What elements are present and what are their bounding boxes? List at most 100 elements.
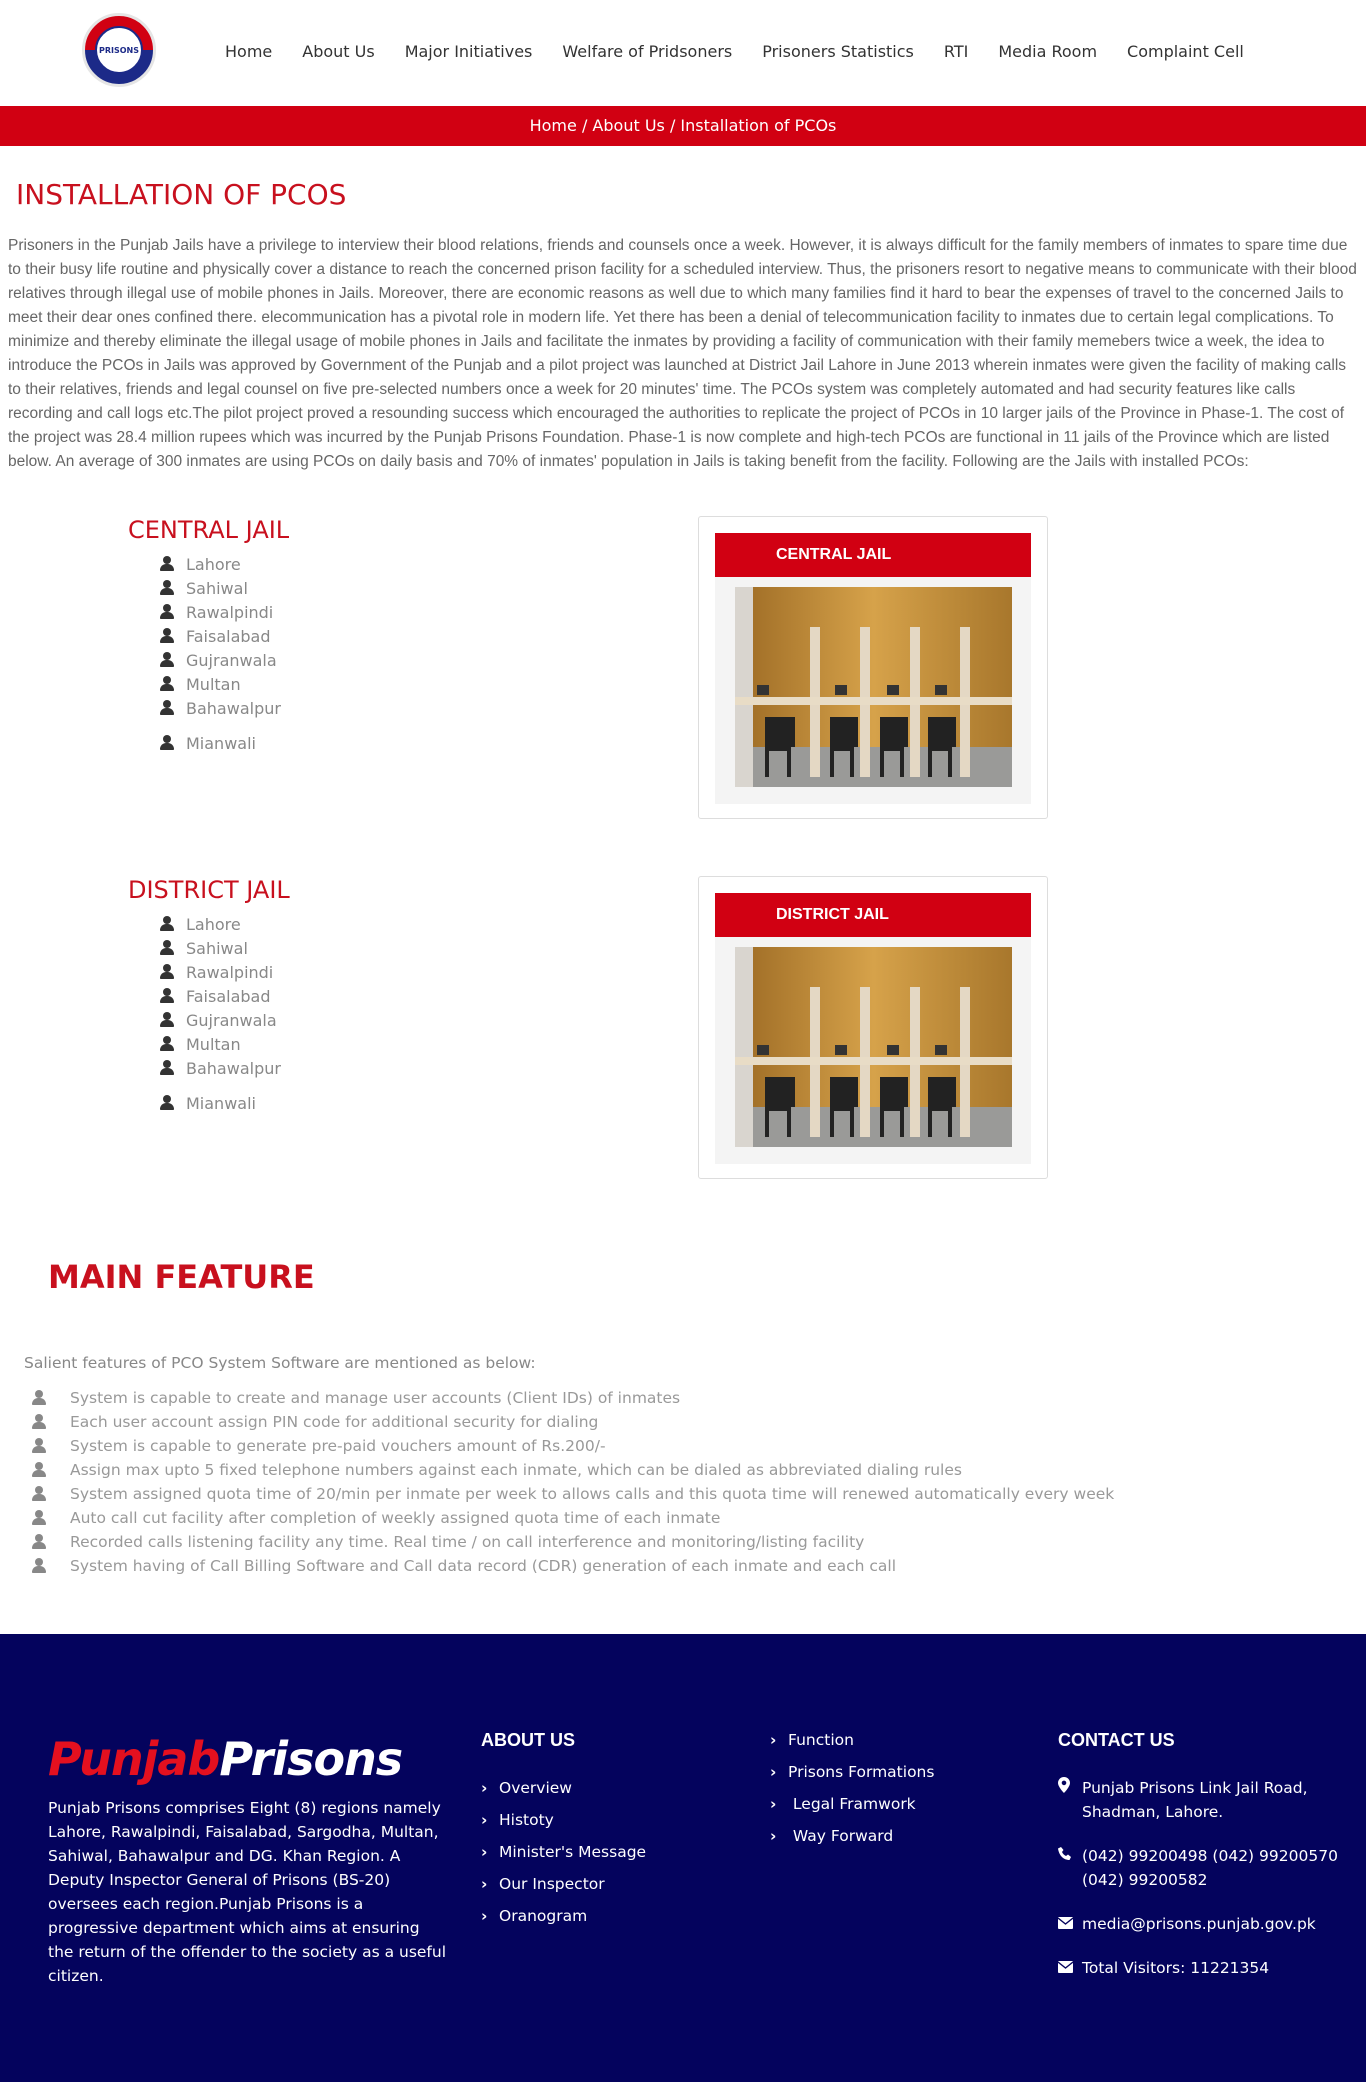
footer-about-text: Punjab Prisons comprises Eight (8) regio…: [48, 1799, 447, 1985]
footer-link-legal-framework[interactable]: › Legal Framwork: [770, 1792, 934, 1824]
city-name: Mianwali: [186, 733, 256, 753]
feature-text: Recorded calls listening facility any ti…: [70, 1533, 865, 1551]
central-jail-heading: CENTRAL JAIL: [128, 516, 290, 544]
city-name: Faisalabad: [186, 626, 271, 646]
user-icon: [160, 652, 174, 668]
footer-more-links: › Function › Prisons Formations › Legal Fr…: [770, 1728, 934, 1856]
chevron-right-icon: ›: [481, 1843, 488, 1861]
nav-rti[interactable]: RTI: [929, 40, 983, 64]
envelope-icon: [1057, 1956, 1082, 1980]
card-body: [715, 577, 1031, 804]
address-text: Punjab Prisons Link Jail Road, Shadman, …: [1082, 1779, 1308, 1821]
user-icon: [32, 1558, 46, 1574]
nav-home[interactable]: Home: [210, 40, 287, 64]
main-feature-intro: Salient features of PCO System Software …: [24, 1354, 536, 1372]
user-icon: [32, 1486, 46, 1502]
list-item: Gujranwala: [160, 1008, 281, 1032]
city-name: Bahawalpur: [186, 1058, 281, 1078]
nav-prisoners-statistics[interactable]: Prisoners Statistics: [747, 40, 929, 64]
footer-link-way-forward[interactable]: › Way Forward: [770, 1824, 934, 1856]
user-icon: [32, 1510, 46, 1526]
main-content: INSTALLATION OF PCOS Prisoners in the Pu…: [0, 146, 1366, 1634]
footer-about-us-heading: ABOUT US: [481, 1730, 575, 1750]
pco-booths-photo: [735, 587, 1012, 787]
link-label: Our Inspector: [499, 1875, 605, 1893]
district-jail-list: Lahore Sahiwal Rawalpindi Faisalabad Guj…: [160, 912, 281, 1115]
footer-link-organogram[interactable]: › Oranogram: [481, 1904, 646, 1936]
list-item: Lahore: [160, 912, 281, 936]
user-icon: [160, 988, 174, 1004]
user-icon: [160, 916, 174, 932]
site-header: PRISONS Home About Us Major Initiatives …: [0, 0, 1366, 106]
city-name: Bahawalpur: [186, 698, 281, 718]
city-name: Rawalpindi: [186, 602, 274, 622]
user-icon: [160, 700, 174, 716]
list-item: Sahiwal: [160, 576, 281, 600]
prisons-logo[interactable]: PRISONS: [82, 13, 156, 87]
nav-major-initiatives[interactable]: Major Initiatives: [390, 40, 548, 64]
district-jail-heading: DISTRICT JAIL: [128, 876, 290, 904]
user-icon: [160, 1095, 174, 1111]
link-label: Histoty: [499, 1811, 554, 1829]
footer-contact-heading: CONTACT US: [1058, 1730, 1175, 1750]
footer-link-overview[interactable]: › Overview: [481, 1776, 646, 1808]
feature-text: System having of Call Billing Software a…: [70, 1557, 897, 1575]
user-icon: [160, 735, 174, 751]
brand-red-text: Punjab: [48, 1732, 220, 1786]
link-label: Oranogram: [499, 1907, 588, 1925]
chevron-right-icon: ›: [481, 1875, 488, 1893]
main-nav: Home About Us Major Initiatives Welfare …: [210, 40, 1259, 64]
user-icon: [32, 1390, 46, 1406]
city-name: Mianwali: [186, 1093, 256, 1113]
list-item: Each user account assign PIN code for ad…: [32, 1410, 1114, 1434]
page-title: INSTALLATION OF PCOS: [16, 178, 347, 211]
user-icon: [32, 1462, 46, 1478]
card-title: CENTRAL JAIL: [715, 533, 1031, 577]
nav-about-us[interactable]: About Us: [287, 40, 389, 64]
footer-brand[interactable]: PunjabPrisons: [48, 1732, 403, 1786]
nav-welfare[interactable]: Welfare of Pridsoners: [547, 40, 747, 64]
city-name: Multan: [186, 1034, 241, 1054]
contact-visitors: Total Visitors: 11221354: [1057, 1956, 1338, 1980]
chevron-right-icon: ›: [770, 1731, 777, 1749]
list-item: Mianwali: [160, 1091, 281, 1115]
footer-link-function[interactable]: › Function: [770, 1728, 934, 1760]
list-item: System having of Call Billing Software a…: [32, 1554, 1114, 1578]
nav-media-room[interactable]: Media Room: [983, 40, 1112, 64]
user-icon: [160, 676, 174, 692]
footer-link-our-inspector[interactable]: › Our Inspector: [481, 1872, 646, 1904]
city-name: Sahiwal: [186, 938, 248, 958]
contact-address: Punjab Prisons Link Jail Road, Shadman, …: [1058, 1776, 1338, 1824]
city-name: Gujranwala: [186, 650, 277, 670]
feature-text: Auto call cut facility after completion …: [70, 1509, 721, 1527]
chevron-right-icon: ›: [770, 1827, 777, 1845]
footer-link-ministers-message[interactable]: › Minister's Message: [481, 1840, 646, 1872]
logo-emblem: PRISONS: [95, 26, 143, 74]
chevron-right-icon: ›: [481, 1907, 488, 1925]
user-icon: [160, 604, 174, 620]
nav-complaint-cell[interactable]: Complaint Cell: [1112, 40, 1259, 64]
link-label: Legal Framwork: [788, 1795, 916, 1813]
footer-link-history[interactable]: › Histoty: [481, 1808, 646, 1840]
city-name: Sahiwal: [186, 578, 248, 598]
email-link[interactable]: media@prisons.punjab.gov.pk: [1082, 1912, 1316, 1936]
site-footer: PunjabPrisons Punjab Prisons comprises E…: [0, 1634, 1366, 2082]
feature-list: System is capable to create and manage u…: [32, 1386, 1114, 1578]
phone-text[interactable]: (042) 99200498 (042) 99200570 (042) 9920…: [1082, 1844, 1338, 1892]
chevron-right-icon: ›: [770, 1763, 777, 1781]
list-item: Recorded calls listening facility any ti…: [32, 1530, 1114, 1554]
footer-link-prisons-formations[interactable]: › Prisons Formations: [770, 1760, 934, 1792]
list-item: Faisalabad: [160, 624, 281, 648]
pco-booths-photo: [735, 947, 1012, 1147]
breadcrumb[interactable]: Home / About Us / Installation of PCOs: [0, 106, 1366, 146]
link-label: Prisons Formations: [788, 1763, 935, 1781]
list-item: Faisalabad: [160, 984, 281, 1008]
list-item: Assign max upto 5 fixed telephone number…: [32, 1458, 1114, 1482]
user-icon: [32, 1534, 46, 1550]
list-item: Multan: [160, 1032, 281, 1056]
chevron-right-icon: ›: [770, 1795, 777, 1813]
city-name: Multan: [186, 674, 241, 694]
user-icon: [160, 628, 174, 644]
list-item: Bahawalpur: [160, 1056, 281, 1080]
feature-text: System is capable to generate pre-paid v…: [70, 1437, 606, 1455]
